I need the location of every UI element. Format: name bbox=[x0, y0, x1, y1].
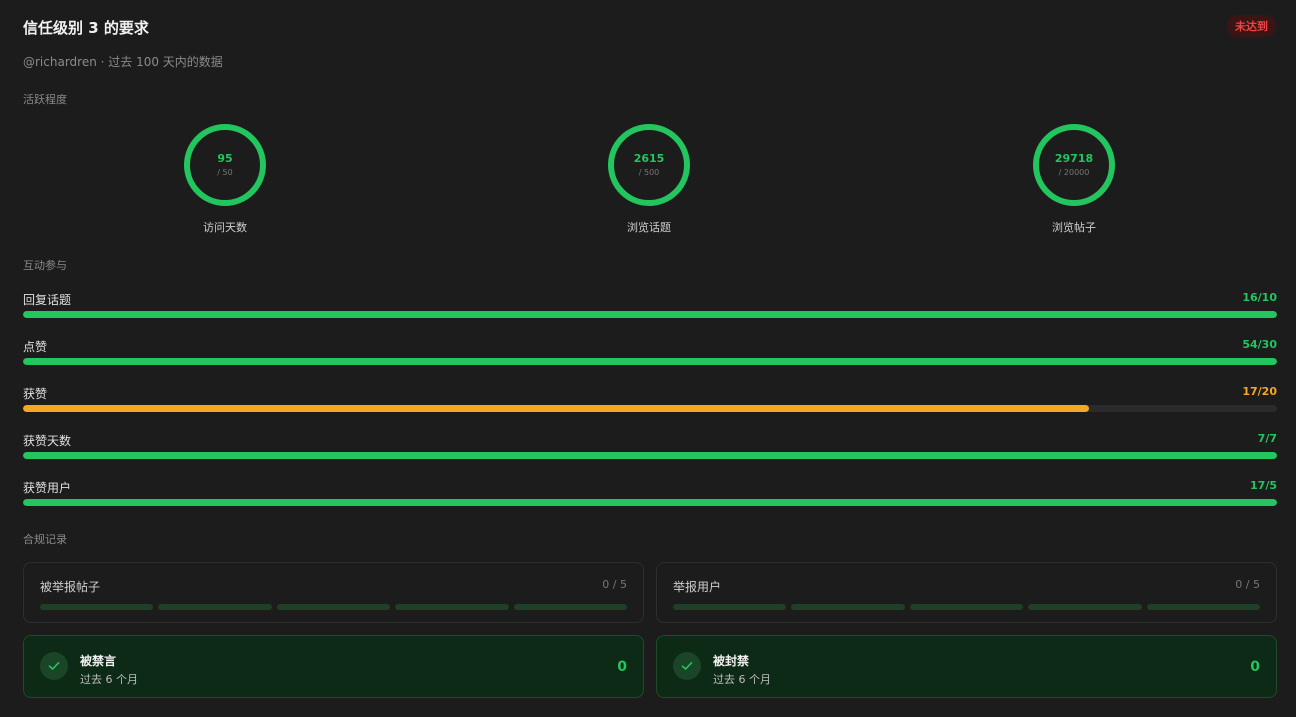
card-subtitle: 过去 6 个月 bbox=[713, 673, 771, 686]
bar-track bbox=[23, 311, 1277, 318]
ring-visit-days: 95 / 50 访问天数 bbox=[165, 123, 285, 235]
ring-target: / 500 bbox=[638, 168, 660, 177]
ring-value: 2615 bbox=[633, 152, 665, 165]
bar-liked-users: 获赞用户 17/5 bbox=[23, 479, 1277, 509]
bar-label: 获赞 bbox=[23, 387, 48, 401]
section-label-compliance: 合规记录 bbox=[23, 533, 67, 546]
segment bbox=[395, 604, 509, 610]
ring-target: / 20000 bbox=[1058, 168, 1090, 177]
bar-likes-given: 点赞 54/30 bbox=[23, 338, 1277, 368]
reported-users-card: 举报用户 0 / 5 bbox=[656, 562, 1277, 623]
status-badge: 未达到 bbox=[1227, 15, 1276, 37]
page-title: 信任级别 3 的要求 bbox=[23, 19, 149, 37]
bar-label: 点赞 bbox=[23, 340, 48, 354]
segment bbox=[791, 604, 905, 610]
bar-track bbox=[23, 358, 1277, 365]
ring-label: 浏览帖子 bbox=[1052, 221, 1096, 234]
ring-label: 浏览话题 bbox=[627, 221, 671, 234]
ring-value: 29718 bbox=[1054, 152, 1094, 165]
segment bbox=[158, 604, 272, 610]
bar-track bbox=[23, 405, 1277, 412]
bar-value: 54/30 bbox=[1242, 338, 1277, 351]
section-label-interaction: 互动参与 bbox=[23, 259, 67, 272]
card-title: 被禁言 bbox=[80, 654, 117, 668]
bar-value: 16/10 bbox=[1242, 291, 1277, 304]
bar-replies: 回复话题 16/10 bbox=[23, 291, 1277, 321]
segment bbox=[673, 604, 787, 610]
section-label-activity: 活跃程度 bbox=[23, 93, 67, 106]
bar-label: 获赞用户 bbox=[23, 481, 72, 495]
bar-liked-days: 获赞天数 7/7 bbox=[23, 432, 1277, 462]
bar-label: 获赞天数 bbox=[23, 434, 72, 448]
segment-bar bbox=[673, 604, 1261, 610]
bar-fill bbox=[23, 499, 1277, 506]
bar-value: 7/7 bbox=[1257, 432, 1277, 445]
bar-label: 回复话题 bbox=[23, 293, 72, 307]
card-title: 被举报帖子 bbox=[40, 580, 101, 594]
segment bbox=[276, 604, 391, 610]
suspended-card: 被封禁 过去 6 个月 0 bbox=[656, 635, 1277, 698]
card-value: 0 bbox=[617, 659, 627, 675]
check-icon bbox=[673, 652, 701, 680]
ring-target: / 50 bbox=[217, 168, 233, 177]
ring-topics-viewed: 2615 / 500 浏览话题 bbox=[589, 123, 709, 235]
progress-ring: 95 / 50 bbox=[183, 123, 267, 207]
bar-fill bbox=[23, 405, 1089, 412]
card-title: 被封禁 bbox=[713, 654, 750, 668]
bar-likes-received: 获赞 17/20 bbox=[23, 385, 1277, 415]
bar-track bbox=[23, 499, 1277, 506]
card-subtitle: 过去 6 个月 bbox=[80, 673, 138, 686]
segment bbox=[513, 604, 628, 610]
reported-posts-card: 被举报帖子 0 / 5 bbox=[23, 562, 644, 623]
card-title: 举报用户 bbox=[673, 580, 722, 594]
bar-fill bbox=[23, 358, 1277, 365]
ring-label: 访问天数 bbox=[203, 221, 247, 234]
segment bbox=[909, 604, 1024, 610]
bar-value: 17/20 bbox=[1242, 385, 1277, 398]
progress-ring: 29718 / 20000 bbox=[1032, 123, 1116, 207]
ring-posts-read: 29718 / 20000 浏览帖子 bbox=[1014, 123, 1134, 235]
card-count: 0 / 5 bbox=[1235, 578, 1260, 591]
check-icon bbox=[40, 652, 68, 680]
segment bbox=[1028, 604, 1142, 610]
progress-ring: 2615 / 500 bbox=[607, 123, 691, 207]
bar-track bbox=[23, 452, 1277, 459]
segment-bar bbox=[40, 604, 628, 610]
card-value: 0 bbox=[1250, 659, 1260, 675]
bar-fill bbox=[23, 452, 1277, 459]
silenced-card: 被禁言 过去 6 个月 0 bbox=[23, 635, 644, 698]
segment bbox=[40, 604, 154, 610]
bar-value: 17/5 bbox=[1250, 479, 1277, 492]
card-count: 0 / 5 bbox=[602, 578, 627, 591]
page-subtitle: @richardren · 过去 100 天内的数据 bbox=[23, 55, 223, 69]
segment bbox=[1146, 604, 1261, 610]
ring-value: 95 bbox=[217, 152, 233, 165]
bar-fill bbox=[23, 311, 1277, 318]
